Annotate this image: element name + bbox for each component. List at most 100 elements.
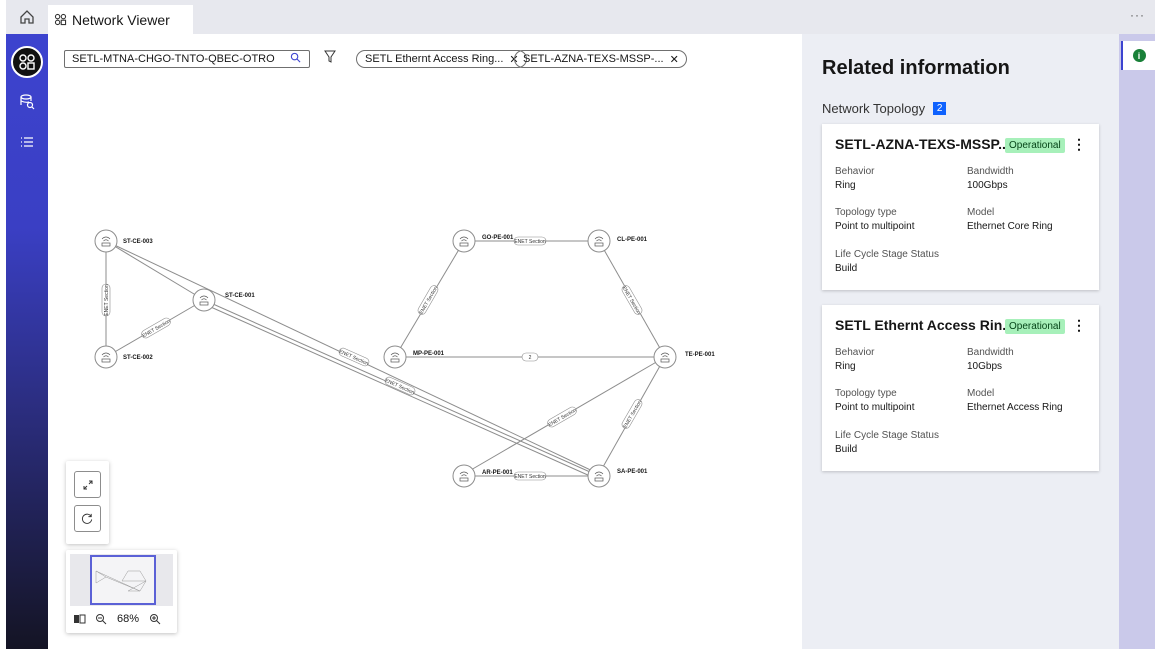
graph-edge: [203, 303, 600, 481]
graph-node: SA-PE-001: [587, 464, 648, 488]
graph-node: ST-CE-002: [94, 345, 153, 369]
bandwidth-field: Bandwidth 100Gbps: [967, 165, 1014, 193]
topology-type-field: Topology type Point to multipoint: [835, 206, 915, 234]
tab-label: Network Viewer: [72, 11, 170, 28]
edge-label: ENET Section: [141, 318, 171, 339]
info-panel-button[interactable]: i: [1121, 41, 1155, 70]
field-value: Point to multipoint: [835, 221, 915, 232]
zoom-bar: 68%: [70, 610, 173, 628]
field-label: Bandwidth: [967, 347, 1014, 358]
node-label: ST-CE-002: [123, 355, 153, 361]
field-value: Ring: [835, 180, 856, 191]
filter-chip[interactable]: SETL Ethernt Access Ring... ✕: [356, 50, 527, 68]
search-input[interactable]: SETL-MTNA-CHGO-TNTO-QBEC-OTRO: [64, 50, 310, 68]
node-label: ST-CE-003: [123, 239, 153, 245]
node-label: MP-PE-001: [413, 351, 445, 357]
list-icon: [21, 137, 33, 147]
status-badge: Operational: [1005, 319, 1065, 334]
edge-label: ENET Section: [104, 284, 110, 316]
bandwidth-field: Bandwidth 10Gbps: [967, 346, 1014, 374]
field-value: Ethernet Access Ring: [967, 402, 1063, 413]
field-value: Build: [835, 444, 858, 455]
minimap-toggle-icon[interactable]: [73, 613, 87, 625]
minimap-view: [70, 554, 173, 606]
home-button[interactable]: [6, 0, 48, 34]
field-value: Ethernet Core Ring: [967, 221, 1053, 232]
field-label: Model: [967, 388, 995, 399]
card-title[interactable]: SETL-AZNA-TEXS-MSSP...: [835, 136, 1010, 152]
database-search-icon: [20, 94, 35, 110]
panel-title: Related information: [822, 57, 1010, 79]
lifecycle-field: Life Cycle Stage Status Build: [835, 248, 939, 276]
section-title: Network Topology: [822, 101, 926, 116]
home-icon: [20, 10, 34, 24]
node-label: AR-PE-001: [482, 470, 513, 476]
topology-card[interactable]: SETL Ethernt Access Rin... Operational ⋮…: [822, 305, 1099, 471]
database-search-button[interactable]: [6, 85, 48, 119]
canvas-controls: [66, 461, 109, 544]
field-label: Topology type: [835, 388, 897, 399]
refresh-button[interactable]: [74, 505, 101, 532]
zoom-in-icon[interactable]: [149, 613, 161, 625]
edge-label: ENET Section: [547, 407, 577, 428]
graph-node: TE-PE-001: [653, 345, 715, 369]
refresh-icon: [81, 513, 93, 524]
info-icon: i: [1132, 49, 1146, 62]
tab-bar: Network Viewer ···: [48, 0, 1155, 34]
field-value: Build: [835, 263, 858, 274]
filter-icon[interactable]: [324, 50, 336, 64]
chip-label: SETL-AZNA-TEXS-MSSP-...: [523, 53, 664, 65]
field-value: 10Gbps: [967, 361, 1003, 372]
topology-type-field: Topology type Point to multipoint: [835, 387, 915, 415]
edge-label: ENET Section: [622, 399, 643, 429]
edge-count-label: 2: [529, 355, 532, 361]
field-value: Point to multipoint: [835, 402, 915, 413]
related-info-panel: Related information Network Topology 2 S…: [802, 34, 1119, 649]
card-title[interactable]: SETL Ethernt Access Rin...: [835, 317, 1014, 333]
list-button[interactable]: [6, 125, 48, 159]
zoom-out-icon[interactable]: [95, 613, 107, 625]
fit-view-button[interactable]: [74, 471, 101, 498]
field-label: Life Cycle Stage Status: [835, 249, 939, 260]
node-label: SA-PE-001: [617, 469, 648, 475]
model-field: Model Ethernet Core Ring: [967, 206, 1053, 234]
graph-edge: [105, 240, 205, 301]
minimap-viewport[interactable]: [90, 555, 156, 605]
network-canvas[interactable]: ENET Section ENET Section ENET Section E…: [48, 34, 802, 649]
count-badge: 2: [933, 102, 947, 115]
close-icon[interactable]: ✕: [670, 53, 679, 66]
topology-card[interactable]: SETL-AZNA-TEXS-MSSP... Operational ⋮ Beh…: [822, 124, 1099, 290]
field-label: Bandwidth: [967, 166, 1014, 177]
behavior-field: Behavior Ring: [835, 346, 874, 374]
graph-node: CL-PE-001: [587, 229, 648, 253]
overflow-menu-icon[interactable]: ⋮: [1072, 317, 1086, 334]
model-field: Model Ethernet Access Ring: [967, 387, 1063, 415]
field-label: Behavior: [835, 166, 875, 177]
node-label: TE-PE-001: [685, 352, 715, 358]
filter-chip[interactable]: SETL-AZNA-TEXS-MSSP-... ✕: [514, 50, 687, 68]
node-label: GO-PE-001: [482, 235, 514, 241]
search-value: SETL-MTNA-CHGO-TNTO-QBEC-OTRO: [72, 53, 275, 65]
minimap-graph: [95, 570, 147, 592]
edge-label: ENET Section: [514, 474, 546, 480]
graph-node: ST-CE-003: [94, 229, 153, 253]
status-badge: Operational: [1005, 138, 1065, 153]
chip-label: SETL Ethernt Access Ring...: [365, 53, 504, 65]
edge-label: ENET Section: [514, 239, 546, 245]
lifecycle-field: Life Cycle Stage Status Build: [835, 429, 939, 457]
left-rail: [6, 0, 48, 649]
tab-network-viewer[interactable]: Network Viewer: [48, 5, 193, 34]
overflow-menu-icon[interactable]: ⋮: [1072, 136, 1086, 153]
field-value: Ring: [835, 361, 856, 372]
field-label: Behavior: [835, 347, 875, 358]
behavior-field: Behavior Ring: [835, 165, 874, 193]
more-icon[interactable]: ···: [1130, 8, 1145, 22]
field-label: Topology type: [835, 207, 897, 218]
node-label: ST-CE-001: [225, 293, 255, 299]
network-icon: [54, 13, 67, 26]
network-icon: [19, 54, 35, 70]
side-panel-strip: i: [1119, 34, 1155, 649]
search-icon[interactable]: [290, 52, 301, 63]
minimap[interactable]: 68%: [66, 550, 177, 633]
network-viewer-rail-button[interactable]: [11, 46, 43, 78]
